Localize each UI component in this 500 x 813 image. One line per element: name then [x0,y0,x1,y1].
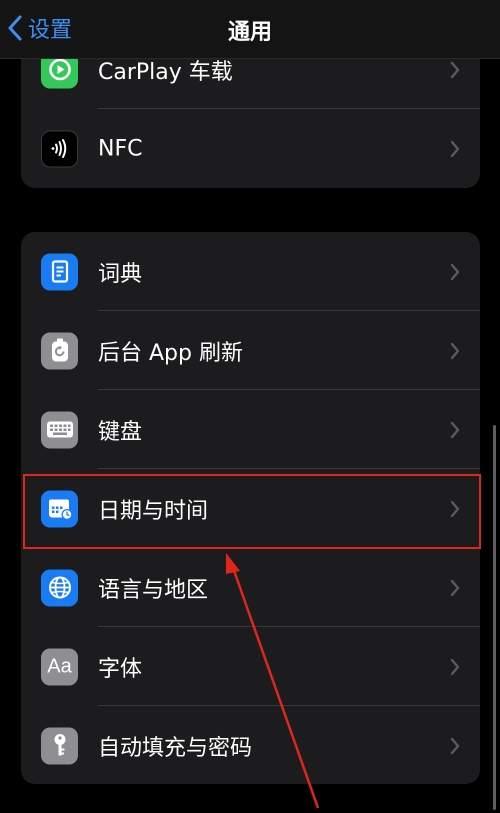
row-dictionary[interactable]: 词典 [21,232,480,311]
row-fonts[interactable]: Aa 字体 [21,627,480,706]
row-language-region[interactable]: 语言与地区 [21,548,480,627]
row-label: 词典 [98,261,143,287]
chevron-right-icon [450,263,460,280]
row-label: 后台 App 刷新 [98,340,243,366]
keyboard-icon [41,411,78,448]
row-label: NFC [98,136,143,161]
chevron-right-icon [450,342,460,359]
chevron-right-icon [450,737,460,754]
globe-icon [41,569,78,606]
font-icon: Aa [41,648,78,685]
page-title: 通用 [227,20,272,45]
dictionary-icon [41,253,78,290]
row-label: 语言与地区 [98,577,209,603]
chevron-right-icon [450,140,460,157]
chevron-right-icon [450,500,460,517]
row-background-app-refresh[interactable]: 后台 App 刷新 [21,311,480,390]
chevron-right-icon [450,658,460,675]
row-label: 日期与时间 [98,498,209,524]
row-label: 自动填充与密码 [98,735,253,761]
chevron-right-icon [450,61,460,78]
row-keyboard[interactable]: 键盘 [21,390,480,469]
row-autofill-passwords[interactable]: 自动填充与密码 [21,706,480,784]
row-nfc[interactable]: NFC [21,109,480,188]
date-time-icon [41,490,78,527]
navigation-bar: 设置 通用 [0,0,500,59]
nfc-icon [41,130,78,167]
scroll-indicator[interactable] [493,425,496,810]
row-date-time[interactable]: 日期与时间 [21,469,480,548]
row-label: 键盘 [98,419,143,445]
row-label: 字体 [98,656,143,682]
chevron-right-icon [450,421,460,438]
settings-group-general: 词典 后台 App 刷新 键盘 日期与时间 语言与地区 Aa 字体 自动填充与密… [21,232,480,784]
background-refresh-icon [41,332,78,369]
chevron-right-icon [450,579,460,596]
font-icon-glyph: Aa [47,655,72,677]
key-icon [41,727,78,764]
